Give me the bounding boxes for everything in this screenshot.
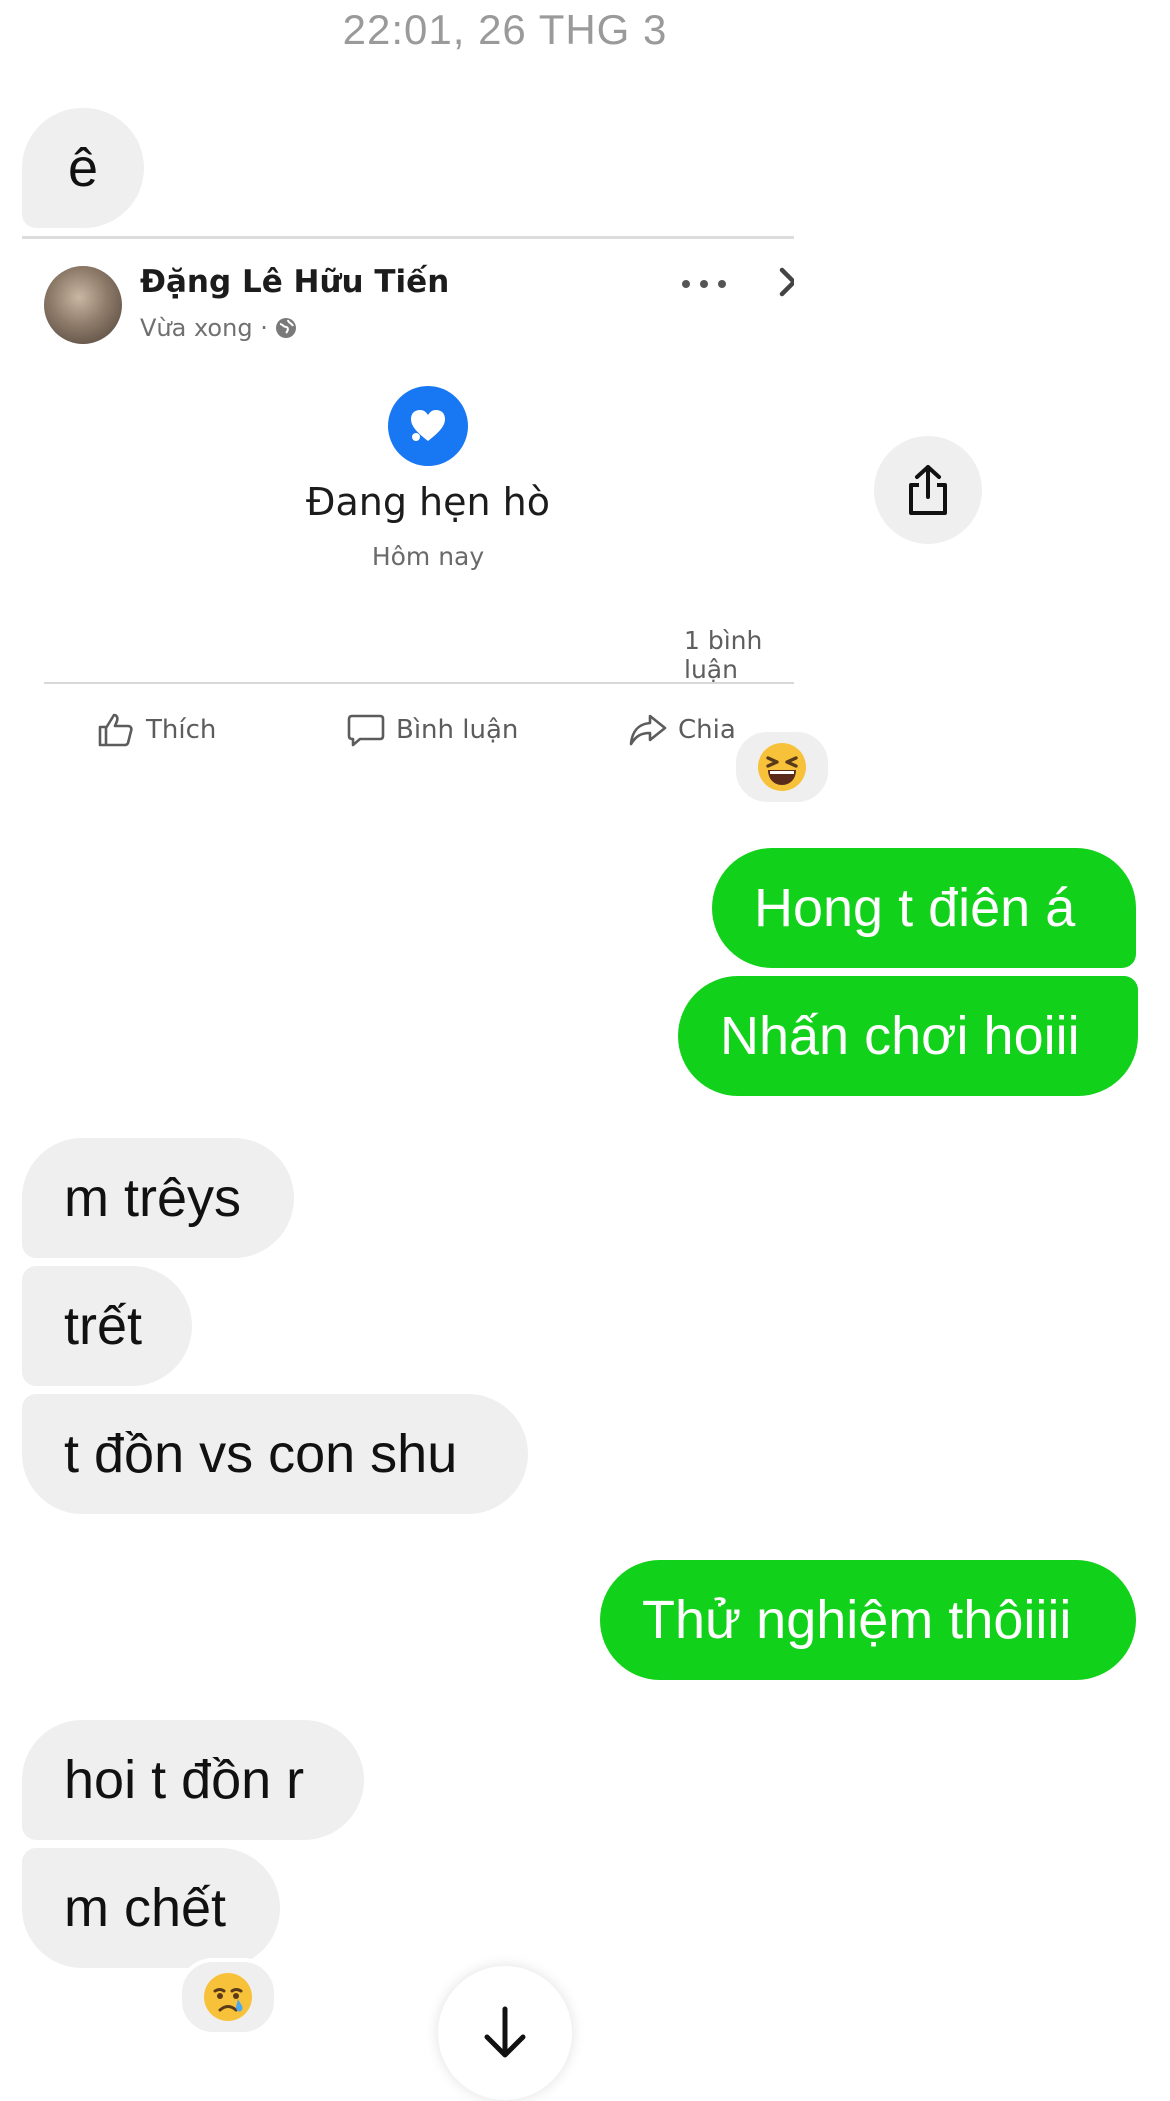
comment-count[interactable]: 1 bình luận bbox=[684, 626, 794, 684]
grinning-squinting-face-emoji bbox=[758, 743, 806, 791]
close-icon[interactable] bbox=[774, 262, 794, 302]
share-action[interactable]: Chia bbox=[628, 712, 736, 748]
relationship-status-title: Đang hẹn hò bbox=[306, 480, 550, 524]
post-author-name: Đặng Lê Hữu Tiến bbox=[140, 264, 450, 300]
chat-timestamp: 22:01, 26 THG 3 bbox=[342, 6, 668, 53]
card-top-border bbox=[22, 236, 794, 239]
card-divider bbox=[44, 682, 794, 684]
scroll-to-bottom-button[interactable] bbox=[438, 1966, 572, 2100]
shared-post-card[interactable]: Đặng Lê Hữu Tiến Vừa xong · Đang hẹn hò … bbox=[22, 236, 794, 776]
comment-action[interactable]: Bình luận bbox=[346, 712, 518, 748]
message-reaction[interactable] bbox=[178, 1958, 278, 2036]
post-time: Vừa xong · bbox=[140, 314, 268, 342]
message-bubble-outgoing[interactable]: Hong t điên á bbox=[712, 848, 1136, 968]
avatar bbox=[44, 266, 122, 344]
globe-icon bbox=[275, 318, 296, 338]
message-bubble-incoming[interactable]: hoi t đồn r bbox=[22, 1720, 364, 1840]
relationship-status-date: Hôm nay bbox=[371, 542, 485, 571]
message-reaction[interactable] bbox=[732, 728, 832, 806]
share-upload-icon bbox=[909, 465, 947, 515]
post-meta: Vừa xong · bbox=[140, 314, 298, 342]
arrow-down-icon bbox=[484, 2006, 526, 2058]
message-bubble-incoming[interactable]: t đồn vs con shu bbox=[22, 1394, 528, 1514]
comment-label: Bình luận bbox=[396, 715, 519, 745]
forward-share-button[interactable] bbox=[874, 436, 982, 544]
share-arrow-icon bbox=[629, 714, 667, 746]
crying-face-emoji bbox=[204, 1973, 252, 2021]
relationship-heart-icon bbox=[388, 386, 468, 466]
thumbs-up-icon bbox=[98, 713, 133, 747]
message-bubble-outgoing[interactable]: Nhấn chơi hoiii bbox=[678, 976, 1138, 1096]
like-action[interactable]: Thích bbox=[96, 712, 216, 748]
message-bubble-outgoing[interactable]: Thử nghiệm thôiiii bbox=[600, 1560, 1136, 1680]
share-label: Chia bbox=[678, 715, 736, 745]
message-bubble-incoming[interactable]: m trêys bbox=[22, 1138, 294, 1258]
message-bubble-incoming[interactable]: trết bbox=[22, 1266, 192, 1386]
like-label: Thích bbox=[146, 715, 217, 745]
comment-icon bbox=[347, 714, 385, 747]
message-bubble-incoming[interactable]: m chết bbox=[22, 1848, 280, 1968]
more-options-icon[interactable] bbox=[682, 274, 726, 294]
message-bubble-incoming[interactable]: ê bbox=[22, 108, 144, 228]
